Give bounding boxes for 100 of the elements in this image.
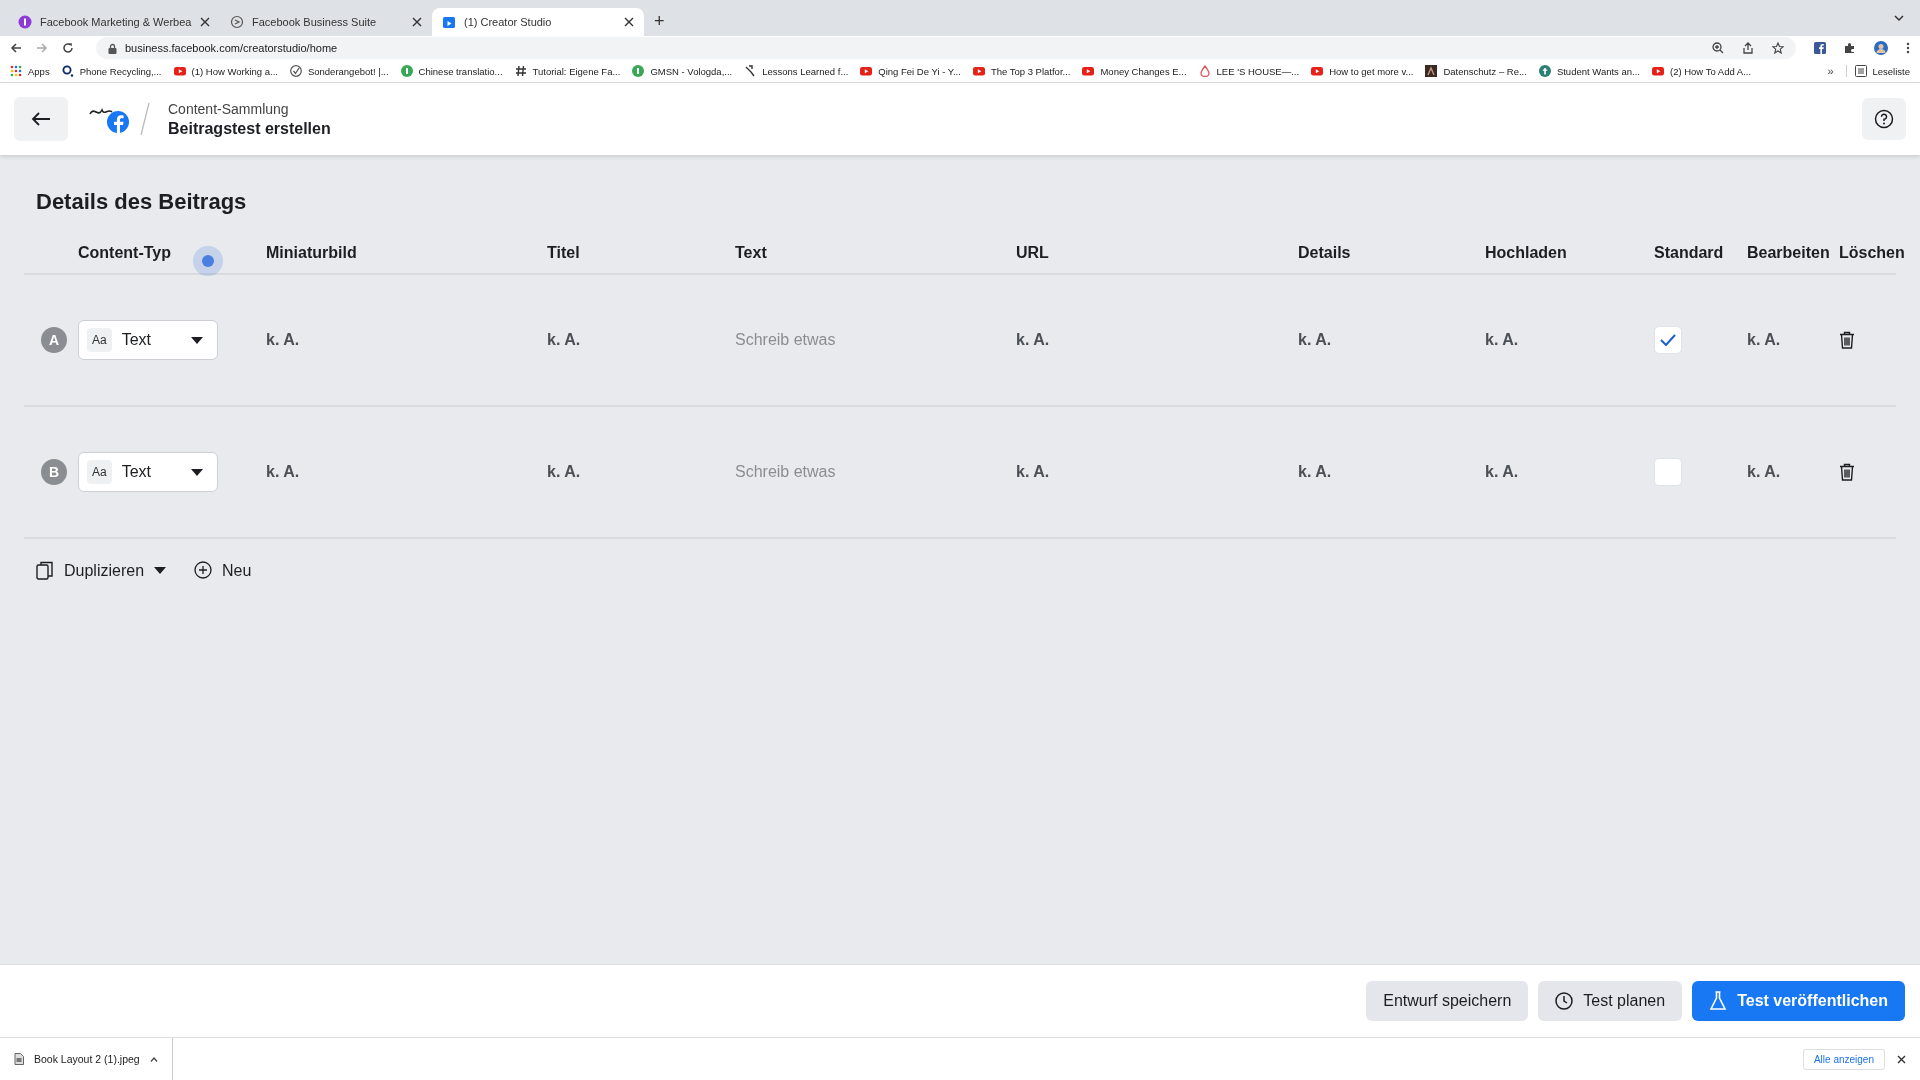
help-button[interactable] xyxy=(1862,98,1906,140)
bookmark-favicon-icon xyxy=(632,65,645,77)
show-all-button[interactable]: Alle anzeigen xyxy=(1802,1048,1885,1070)
tab-title: Facebook Marketing & Werbea xyxy=(40,16,192,28)
avatar-icon xyxy=(1874,41,1888,55)
delete-button[interactable] xyxy=(1839,331,1855,349)
download-item[interactable]: Book Layout 2 (1).jpeg xyxy=(14,1038,173,1080)
variant-badge: A xyxy=(41,327,67,353)
check-icon xyxy=(1660,334,1676,346)
bookmark[interactable]: Student Wants an... xyxy=(1538,65,1640,77)
bookmark[interactable]: Datenschutz – Re... xyxy=(1425,65,1527,77)
column-header: Miniaturbild xyxy=(266,244,357,262)
bookmark[interactable]: (2) How To Add A... xyxy=(1651,65,1752,77)
bookmark-title: Money Changes E... xyxy=(1100,65,1187,77)
copy-icon xyxy=(36,561,54,580)
table-cell: k. A. xyxy=(1298,463,1332,481)
close-icon xyxy=(624,17,634,27)
bookmark[interactable]: Money Changes E... xyxy=(1082,65,1187,77)
bookmark-title: GMSN - Vologda,... xyxy=(650,65,733,77)
arrow-left-icon xyxy=(31,111,51,127)
column-header: Text xyxy=(735,244,767,262)
content-type-dropdown[interactable]: Aa Text xyxy=(78,452,218,492)
bookmark[interactable]: How to get more v... xyxy=(1311,65,1414,77)
back-icon xyxy=(10,42,22,54)
breadcrumb-link[interactable]: Content-Sammlung xyxy=(168,100,331,117)
footer-button[interactable]: Test planen xyxy=(1538,981,1683,1021)
footer-button[interactable]: Entwurf speichern xyxy=(1366,981,1529,1021)
browser-tab[interactable]: Facebook Business Suite xyxy=(220,8,432,36)
bookmark-title: (2) How To Add A... xyxy=(1669,65,1752,77)
default-checkbox[interactable] xyxy=(1654,458,1682,486)
column-header: Content-Typ xyxy=(78,244,171,262)
column-header: Hochladen xyxy=(1485,244,1567,262)
bookmark[interactable]: (1) How Working a... xyxy=(173,65,278,77)
list-icon xyxy=(1854,65,1867,77)
bookmark-title: Student Wants an... xyxy=(1556,65,1640,77)
table-cell: k. A. xyxy=(1485,463,1519,481)
reload-icon xyxy=(62,42,74,54)
close-icon xyxy=(412,17,422,27)
bookmark[interactable]: Sonderangebot! |... xyxy=(289,65,389,77)
bookmark[interactable]: Lessons Learned f... xyxy=(744,65,849,77)
variant-badge: B xyxy=(41,459,67,485)
table-cell: k. A. xyxy=(266,463,300,481)
clock-icon xyxy=(1555,992,1574,1010)
bookmark[interactable]: Tutorial: Eigene Fa... xyxy=(514,65,621,77)
facebook-extension-icon xyxy=(1814,42,1826,54)
puzzle-icon xyxy=(1844,42,1856,54)
bookmark[interactable]: Phone Recycling,... xyxy=(61,65,162,77)
caret-down-icon xyxy=(191,336,203,344)
close-icon xyxy=(1897,1054,1906,1064)
bookmark[interactable]: Qing Fei De Yi - Y... xyxy=(860,65,961,77)
default-checkbox[interactable] xyxy=(1654,326,1682,354)
reading-list-label: Leseliste xyxy=(1872,65,1910,77)
more-bookmarks-button[interactable]: » xyxy=(1827,65,1834,77)
bookmark-title: Sonderangebot! |... xyxy=(307,65,389,77)
bookmark[interactable]: The Top 3 Platfor... xyxy=(972,65,1071,77)
tab-favicon-icon xyxy=(18,15,32,29)
delete-button[interactable] xyxy=(1839,463,1855,481)
url-text: business.facebook.com/creatorstudio/home xyxy=(125,42,338,54)
column-header: Details xyxy=(1298,244,1351,262)
tab-title: (1) Creator Studio xyxy=(464,16,553,28)
chevron-up-icon xyxy=(149,1056,158,1062)
table-cell: k. A. xyxy=(1485,331,1519,349)
column-header: URL xyxy=(1016,244,1049,262)
table-cell: k. A. xyxy=(1016,331,1050,349)
bookmark-favicon-icon xyxy=(400,65,413,77)
breadcrumb-slash-icon xyxy=(140,102,150,136)
bookmark[interactable]: Apps xyxy=(10,65,50,77)
address-field[interactable]: business.facebook.com/creatorstudio/home xyxy=(96,37,1796,59)
forward-icon xyxy=(36,42,48,54)
column-header: Standard xyxy=(1654,244,1724,262)
column-header: Löschen xyxy=(1839,244,1905,262)
table-cell: k. A. xyxy=(1298,331,1332,349)
browser-tab[interactable]: (1) Creator Studio xyxy=(432,8,644,36)
tab-favicon-icon xyxy=(230,15,244,29)
section-title: Details des Beitrags xyxy=(36,189,248,215)
trash-icon xyxy=(1839,331,1855,349)
tab-title: Facebook Business Suite xyxy=(252,16,378,28)
new-button[interactable]: Neu xyxy=(194,561,252,580)
click-indicator xyxy=(202,255,214,267)
trash-icon xyxy=(1839,463,1855,481)
caret-down-icon xyxy=(191,468,203,476)
reading-list-button[interactable]: Leseliste xyxy=(1845,65,1910,77)
new-tab-button[interactable]: + xyxy=(654,11,665,32)
footer-button[interactable]: Test veröffentlichen xyxy=(1692,981,1905,1021)
star-icon xyxy=(1772,42,1784,54)
bookmark-favicon-icon xyxy=(1198,65,1211,77)
bookmark-title: Apps xyxy=(28,65,50,77)
page-title: Beitragstest erstellen xyxy=(168,119,331,138)
content-type-dropdown[interactable]: Aa Text xyxy=(78,320,218,360)
close-icon xyxy=(200,17,210,27)
duplicate-button[interactable]: Duplizieren xyxy=(36,561,167,580)
back-button[interactable] xyxy=(14,97,68,141)
bookmark[interactable]: GMSN - Vologda,... xyxy=(632,65,733,77)
zoom-icon xyxy=(1712,42,1724,54)
bookmark-favicon-icon xyxy=(1082,65,1095,77)
type-icon-label: Aa xyxy=(87,328,112,352)
bookmark[interactable]: Chinese translatio... xyxy=(400,65,503,77)
flask-icon xyxy=(1709,991,1728,1011)
browser-tab[interactable]: Facebook Marketing & Werbea xyxy=(8,8,220,36)
bookmark[interactable]: LEE 'S HOUSE—... xyxy=(1198,65,1300,77)
